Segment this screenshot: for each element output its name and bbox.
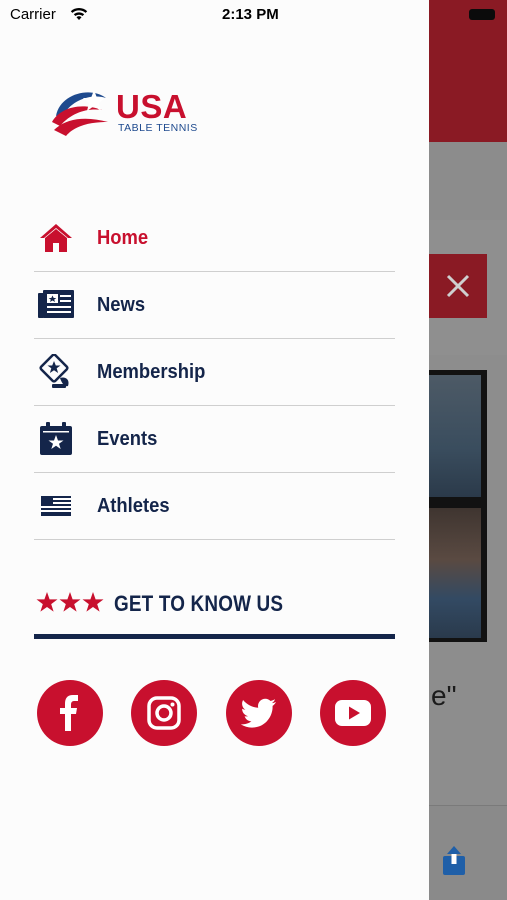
home-icon bbox=[38, 220, 74, 256]
menu-label: Events bbox=[97, 427, 158, 450]
instagram-button[interactable] bbox=[131, 680, 197, 746]
close-button[interactable] bbox=[429, 254, 487, 318]
menu-item-membership[interactable]: Membership bbox=[34, 339, 395, 406]
drawer-menu: Home News Membership Events Athletes bbox=[34, 205, 395, 540]
section-title: GET TO KNOW US bbox=[114, 591, 284, 616]
logo-ball-icon bbox=[52, 90, 108, 136]
twitter-icon bbox=[241, 698, 276, 728]
background-quote-text: e" bbox=[431, 680, 457, 711]
menu-label: Membership bbox=[97, 360, 206, 383]
menu-item-home[interactable]: Home bbox=[34, 205, 395, 272]
background-app: e" bbox=[429, 0, 507, 900]
menu-label: News bbox=[97, 293, 146, 316]
youtube-button[interactable] bbox=[320, 680, 386, 746]
three-stars-icon bbox=[36, 592, 104, 612]
us-flag-icon bbox=[38, 488, 74, 524]
menu-item-athletes[interactable]: Athletes bbox=[34, 473, 395, 540]
youtube-icon bbox=[335, 700, 371, 726]
background-tab-bar bbox=[429, 142, 507, 220]
logo-subtitle: TABLE TENNIS bbox=[118, 122, 198, 134]
usa-table-tennis-logo: USA TABLE TENNIS bbox=[50, 86, 210, 138]
calendar-icon bbox=[38, 421, 74, 457]
background-footer bbox=[429, 805, 507, 900]
menu-label: Home bbox=[97, 226, 149, 249]
facebook-icon bbox=[60, 695, 78, 731]
share-icon[interactable] bbox=[442, 846, 466, 876]
membership-icon bbox=[38, 354, 74, 390]
menu-item-events[interactable]: Events bbox=[34, 406, 395, 473]
news-icon bbox=[38, 287, 74, 323]
status-bar: Carrier 2:13 PM bbox=[0, 0, 507, 30]
divider bbox=[34, 634, 395, 639]
background-photo bbox=[429, 375, 481, 497]
get-to-know-us-section: GET TO KNOW US bbox=[36, 589, 395, 621]
facebook-button[interactable] bbox=[37, 680, 103, 746]
logo-title: USA bbox=[116, 88, 188, 125]
status-time: 2:13 PM bbox=[222, 6, 279, 23]
background-photo bbox=[429, 508, 481, 638]
menu-label: Athletes bbox=[97, 494, 170, 517]
menu-item-news[interactable]: News bbox=[34, 272, 395, 339]
wifi-icon bbox=[70, 8, 88, 20]
instagram-icon bbox=[147, 696, 181, 730]
close-icon bbox=[446, 274, 470, 298]
carrier-label: Carrier bbox=[10, 6, 56, 23]
twitter-button[interactable] bbox=[226, 680, 292, 746]
side-drawer: USA TABLE TENNIS Home News Membership Ev… bbox=[0, 0, 429, 900]
